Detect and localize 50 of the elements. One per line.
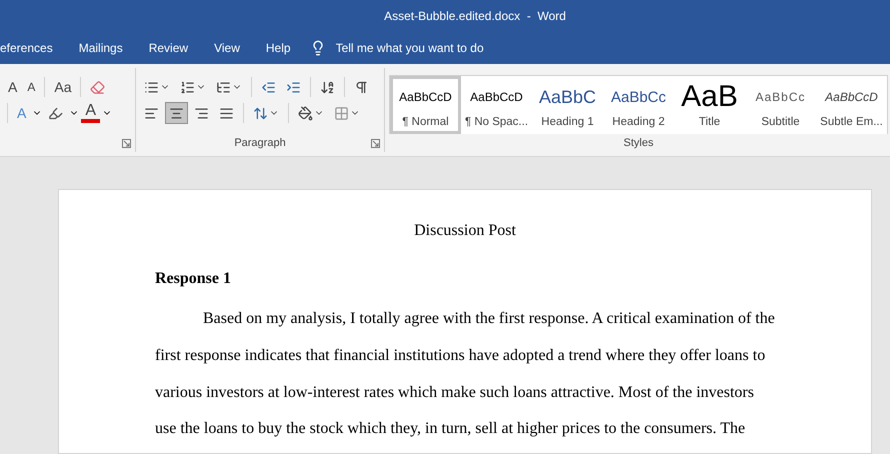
- section-heading: Response 1: [155, 269, 232, 289]
- style-preview: AaBbCc: [610, 88, 666, 108]
- pilcrow-icon: [354, 80, 369, 94]
- style-name: Title: [698, 116, 720, 128]
- style-preview: AaBbCcD: [470, 89, 523, 106]
- style-name: Heading 1: [541, 116, 594, 128]
- grow-font-button[interactable]: A: [4, 76, 22, 98]
- increase-indent-icon: [286, 80, 301, 94]
- alignment-icon: [169, 106, 184, 120]
- change-case-button[interactable]: Aa: [50, 76, 76, 98]
- font-color-button[interactable]: A: [81, 103, 100, 123]
- ribbon-tab[interactable]: Review: [136, 32, 202, 64]
- multilevel-list-icon: [216, 80, 231, 94]
- eraser-icon: [90, 80, 106, 94]
- numbered-list-icon: [180, 80, 195, 94]
- style-preview: AaBbC: [538, 86, 596, 108]
- window-title: Asset-Bubble.edited.docx - Word: [384, 9, 566, 23]
- body-paragraph: Based on my analysis, I totally agree with the first response. A critical examination of the first response indicates that financial institutions have adopted a trend where they offer loans to various investors at low-interest rates which make such loans attractive. Most of the investors use the loans to buy the stock which they, in turn, sell at higher prices to the consumers. The: [155, 309, 775, 440]
- paint-bucket-icon: [298, 106, 313, 120]
- style-preview: AaBbCcD: [399, 89, 452, 106]
- ribbon-tab[interactable]: Mailings: [66, 32, 136, 64]
- bullet-list-icon: [144, 80, 159, 94]
- borders-icon: [334, 106, 349, 120]
- style-preview: AaBbCcD: [825, 89, 878, 106]
- tell-me-field[interactable]: Tell me what you want to do: [310, 40, 538, 56]
- line-spacing-icon: [253, 106, 268, 120]
- dialog-launcher-icon[interactable]: [122, 139, 131, 148]
- dialog-launcher-icon[interactable]: [371, 139, 380, 148]
- alignment-icon: [194, 106, 209, 120]
- style-preview: AaB: [681, 83, 738, 111]
- style-name: Subtle Em...: [820, 116, 883, 128]
- sort-icon: [320, 80, 335, 94]
- group-label: Styles: [622, 136, 654, 151]
- shrink-font-button[interactable]: A: [23, 76, 40, 98]
- ribbon-tab[interactable]: eferences: [0, 32, 66, 64]
- document-title: Discussion Post: [413, 221, 517, 241]
- style-name: Heading 2: [612, 116, 665, 128]
- style-preview: AaBbCc: [755, 89, 806, 106]
- group-label: Paragraph: [233, 136, 287, 151]
- alignment-icon: [219, 106, 234, 120]
- alignment-icon: [144, 106, 159, 120]
- highlighter-icon: [48, 106, 64, 120]
- style-name: ¶ No Spac...: [464, 116, 528, 128]
- style-name: ¶ Normal: [402, 116, 449, 128]
- ribbon-tab[interactable]: Help: [252, 32, 304, 64]
- style-name: Subtitle: [761, 116, 800, 128]
- ribbon-tab[interactable]: View: [201, 32, 253, 64]
- align-button[interactable]: [165, 102, 188, 124]
- decrease-indent-icon: [261, 80, 276, 94]
- style-gallery-item[interactable]: AaBbCcD ¶ Normal: [390, 76, 461, 134]
